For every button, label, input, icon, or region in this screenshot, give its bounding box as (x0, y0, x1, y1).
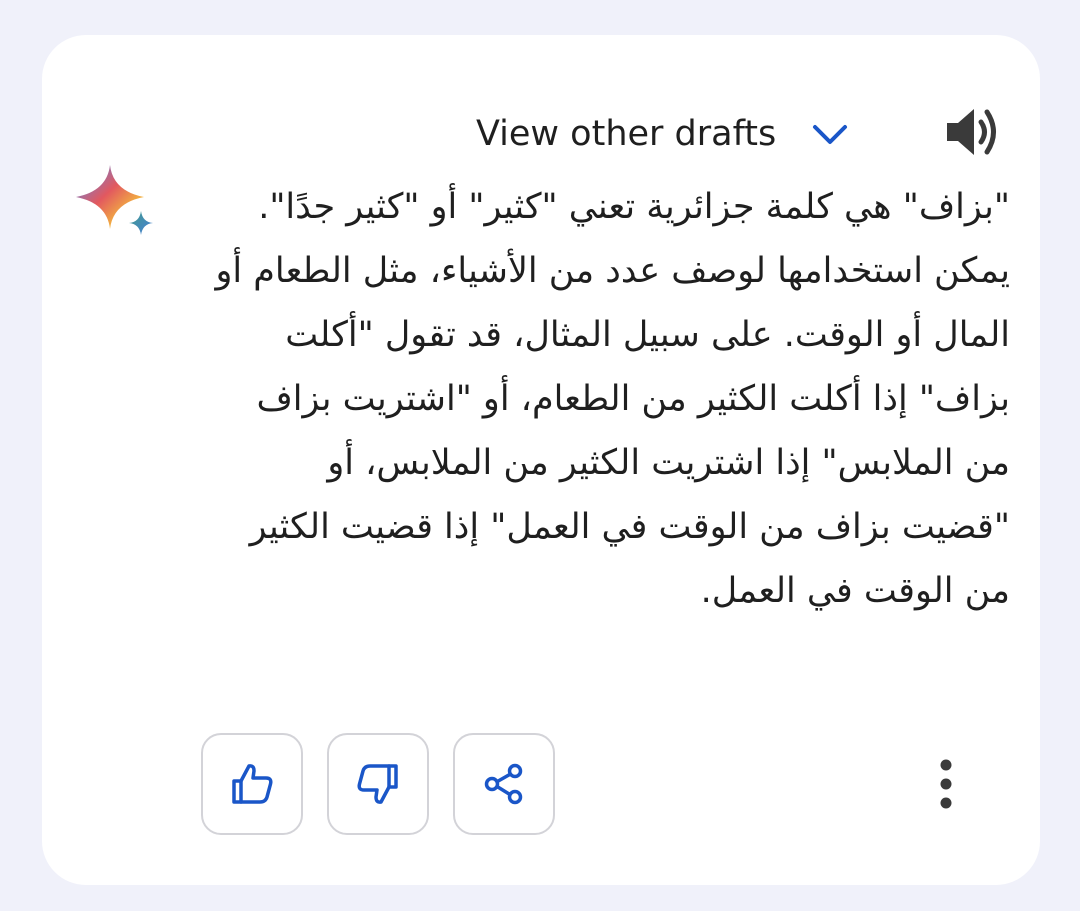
share-icon (484, 763, 523, 805)
speaker-icon[interactable] (943, 104, 1003, 160)
chevron-down-icon (813, 125, 848, 144)
thumbs-down-button[interactable] (327, 733, 429, 835)
share-button[interactable] (453, 733, 555, 835)
thumbs-up-icon (232, 764, 273, 804)
response-card: View other drafts "بزاف" هي كلمة جزائرية… (42, 35, 1040, 885)
thumbs-up-button[interactable] (201, 733, 303, 835)
response-text: "بزاف" هي كلمة جزائرية تعني "كثير" أو "ك… (215, 187, 1010, 611)
sparkle-icon (76, 165, 153, 235)
more-options-button[interactable] (920, 751, 972, 817)
more-vert-icon (940, 759, 952, 809)
view-other-drafts-label: View other drafts (476, 114, 777, 154)
thumbs-down-icon (357, 764, 398, 804)
view-other-drafts-button[interactable]: View other drafts (476, 99, 850, 169)
